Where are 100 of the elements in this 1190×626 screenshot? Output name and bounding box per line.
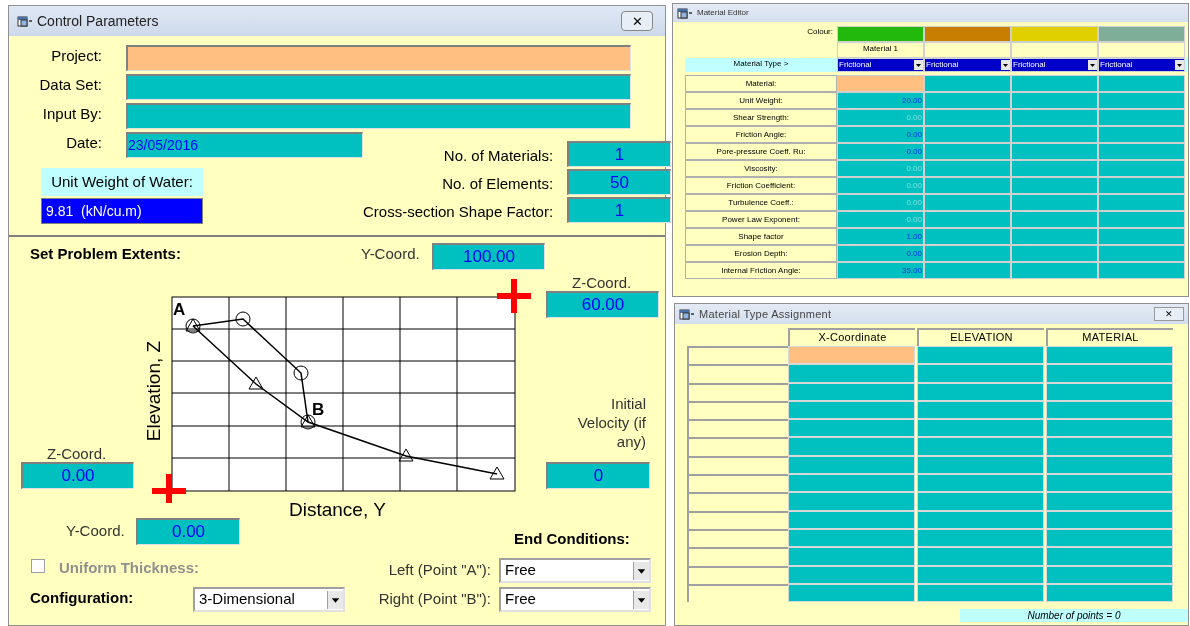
table-cell[interactable]: [917, 437, 1044, 456]
value-cell[interactable]: [1098, 211, 1185, 228]
value-cell[interactable]: [1011, 143, 1098, 160]
colour-swatch[interactable]: [1098, 26, 1185, 42]
value-cell[interactable]: [924, 177, 1011, 194]
value-cell[interactable]: [1098, 109, 1185, 126]
number-field[interactable]: 1: [567, 197, 672, 223]
value-cell[interactable]: 35.00: [837, 262, 924, 279]
number-field[interactable]: 0.00: [136, 518, 240, 545]
value-cell[interactable]: [1098, 160, 1185, 177]
field-label: Cross-section Shape Factor:: [363, 201, 554, 222]
value-cell[interactable]: 0.00: [837, 126, 924, 143]
table-cell[interactable]: [917, 364, 1044, 383]
configuration-dropdown[interactable]: 3-Dimensional: [193, 587, 345, 612]
date-field[interactable]: 23/05/2016: [126, 132, 363, 158]
number-field[interactable]: 1: [567, 141, 672, 167]
value-cell[interactable]: [924, 75, 1011, 92]
value-cell[interactable]: [1011, 211, 1098, 228]
table-cell[interactable]: [788, 419, 915, 438]
value-cell[interactable]: [1011, 228, 1098, 245]
text-field[interactable]: [126, 45, 631, 71]
value-cell[interactable]: [1011, 160, 1098, 177]
table-cell[interactable]: [917, 419, 1044, 438]
value-cell[interactable]: [924, 109, 1011, 126]
number-field[interactable]: 60.00: [546, 291, 659, 318]
colour-swatch[interactable]: [1011, 26, 1098, 42]
field-label: Y-Coord.: [361, 244, 420, 264]
value-cell[interactable]: [1098, 228, 1185, 245]
table-cell[interactable]: [1046, 437, 1173, 456]
value-cell[interactable]: [924, 143, 1011, 160]
value-cell[interactable]: [1011, 245, 1098, 262]
table-cell[interactable]: [788, 474, 915, 493]
colour-swatch[interactable]: [837, 26, 924, 42]
value-cell[interactable]: [1098, 194, 1185, 211]
number-field[interactable]: 0: [546, 462, 650, 489]
text-field[interactable]: [126, 74, 631, 100]
value-cell[interactable]: 1.00: [837, 228, 924, 245]
table-cell[interactable]: [1046, 419, 1173, 438]
window-icon: [677, 6, 693, 20]
value-cell[interactable]: [1098, 143, 1185, 160]
table-cell[interactable]: [1046, 547, 1173, 566]
table-cell[interactable]: [788, 364, 915, 383]
value-cell[interactable]: [924, 126, 1011, 143]
value-cell[interactable]: [1011, 109, 1098, 126]
table-cell[interactable]: [917, 346, 1044, 365]
value-cell[interactable]: [1011, 177, 1098, 194]
value-cell[interactable]: [924, 194, 1011, 211]
value-cell[interactable]: [1011, 75, 1098, 92]
value-cell[interactable]: 20.00: [837, 92, 924, 109]
value-cell[interactable]: [1098, 75, 1185, 92]
table-cell[interactable]: [917, 547, 1044, 566]
unit-weight-field[interactable]: 9.81 (kN/cu.m): [41, 198, 203, 224]
number-field[interactable]: 100.00: [432, 243, 545, 270]
value-cell[interactable]: [1011, 92, 1098, 109]
value-cell[interactable]: [924, 245, 1011, 262]
section-heading: End Conditions:: [514, 529, 630, 549]
colour-swatch[interactable]: [924, 26, 1011, 42]
field-label: Left (Point "A"):: [388, 560, 491, 581]
value-cell[interactable]: [1098, 262, 1185, 279]
value-cell[interactable]: [924, 228, 1011, 245]
value-cell[interactable]: [1011, 194, 1098, 211]
value-cell[interactable]: 0.00: [837, 245, 924, 262]
table-cell[interactable]: [917, 492, 1044, 511]
value-cell[interactable]: [1098, 245, 1185, 262]
value-cell[interactable]: [1098, 126, 1185, 143]
value-cell[interactable]: [924, 160, 1011, 177]
material-type-dropdown[interactable]: Frictional: [1011, 58, 1098, 72]
number-field[interactable]: 0.00: [21, 462, 134, 489]
window-title: Material Editor: [697, 7, 750, 19]
field-label: Y-Coord.: [66, 521, 125, 541]
table-cell[interactable]: [1046, 364, 1173, 383]
table-cell[interactable]: [917, 474, 1044, 493]
status-text: Number of points = 0: [960, 609, 1188, 623]
value-cell[interactable]: [1098, 92, 1185, 109]
text-field[interactable]: [126, 103, 631, 129]
value-cell[interactable]: 0.00: [837, 143, 924, 160]
end-condition-dropdown[interactable]: Free: [499, 558, 651, 583]
value-cell[interactable]: [1098, 177, 1185, 194]
value-cell[interactable]: [837, 75, 924, 92]
value-cell[interactable]: [924, 211, 1011, 228]
row-label: Friction Coefficient:: [685, 177, 837, 194]
table-cell[interactable]: [788, 437, 915, 456]
end-condition-dropdown[interactable]: Free: [499, 587, 651, 612]
row-label: Pore-pressure Coeff. Ru:: [685, 143, 837, 160]
value-cell[interactable]: [924, 92, 1011, 109]
close-button[interactable]: ✕: [621, 11, 653, 31]
table-cell[interactable]: [1046, 492, 1173, 511]
material-type-dropdown[interactable]: Frictional: [1098, 58, 1185, 72]
material-type-dropdown[interactable]: Frictional: [924, 58, 1011, 72]
value-cell[interactable]: [924, 262, 1011, 279]
value-cell[interactable]: [1011, 262, 1098, 279]
table-cell[interactable]: [1046, 346, 1173, 365]
table-cell[interactable]: [788, 346, 915, 365]
number-field[interactable]: 50: [567, 169, 672, 195]
material-type-dropdown[interactable]: Frictional: [837, 58, 924, 72]
table-cell[interactable]: [788, 547, 915, 566]
table-cell[interactable]: [788, 492, 915, 511]
value-cell[interactable]: [1011, 126, 1098, 143]
table-cell[interactable]: [1046, 474, 1173, 493]
close-button[interactable]: ✕: [1154, 307, 1184, 321]
